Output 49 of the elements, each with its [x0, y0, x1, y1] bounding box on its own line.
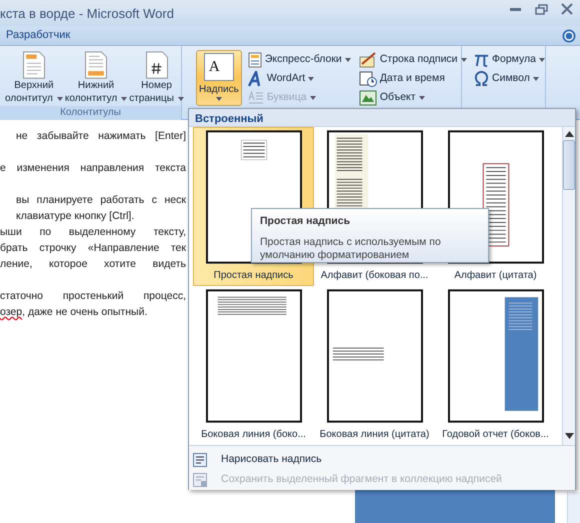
symbol-button[interactable]: Символ [472, 69, 547, 88]
gallery-heading: Встроенный [189, 109, 575, 127]
close-icon[interactable] [561, 3, 573, 15]
text-line: вы планируете работать с неск [15, 193, 186, 208]
signature-button[interactable]: Строка подписи [356, 50, 469, 69]
footer-button[interactable]: Нижний колонтитул [64, 50, 128, 106]
window-title: кста в ворде - Microsoft Word [0, 5, 174, 23]
ribbon-tab[interactable]: Разработчик [0, 25, 76, 46]
gallery-item[interactable]: Боковая линия (боко... [193, 286, 314, 445]
text-line: статочно простенький процесс, [0, 289, 186, 304]
scroll-thumb[interactable] [563, 140, 575, 190]
wordart-button[interactable]: WordArt [246, 69, 353, 88]
formula-button[interactable]: Формула [472, 50, 547, 69]
restore-icon[interactable] [534, 4, 548, 14]
gallery-item[interactable]: Годовой отчет (боков... [435, 286, 556, 445]
drop-cap-icon [248, 90, 264, 104]
text-line: ление, которое хотите видеть [0, 257, 186, 272]
header-button[interactable]: Верхний олонтитул [4, 50, 64, 106]
blocks-button[interactable]: Экспресс-блоки [246, 50, 353, 69]
signature-pen-icon [358, 52, 377, 68]
help-icon[interactable] [562, 28, 576, 42]
page-number-button[interactable]: Номер страницы [128, 50, 185, 106]
text-line: ыши по выделенному тексту, [0, 225, 186, 240]
scroll-up-icon[interactable] [564, 131, 574, 137]
text-line: брать строчку «Направление тек [0, 241, 186, 256]
page-number-icon [144, 51, 169, 79]
gallery-item[interactable]: Боковая линия (цитата) [314, 286, 435, 445]
text-box-icon [193, 453, 207, 467]
text-box-icon: A [204, 53, 234, 81]
text-box-button[interactable]: A Надпись [196, 50, 242, 106]
object-button[interactable]: Объект [356, 88, 469, 107]
calendar-clock-icon [358, 70, 377, 86]
document-blocks-icon [248, 52, 262, 68]
omega-icon [474, 71, 489, 86]
minimize-icon[interactable] [510, 8, 520, 10]
text-line: озер, даже не очень опытный. [0, 305, 148, 320]
page-header-icon [22, 51, 46, 79]
text-line: не забывайте нажимать [Enter] [15, 129, 186, 144]
page-footer-icon [84, 51, 108, 79]
scrollbar[interactable] [567, 492, 580, 523]
text-line: е изменения направления текста [0, 161, 186, 176]
text-box-save-icon [193, 473, 207, 487]
scroll-down-icon[interactable] [564, 433, 574, 439]
group-label: Колонтитулы [0, 106, 181, 120]
pi-icon [474, 52, 489, 67]
text-line: клавиатуре кнопку [Ctrl]. [15, 209, 136, 224]
datetime-button[interactable]: Дата и время [356, 69, 469, 88]
menu-item[interactable]: Нарисовать надпись [189, 450, 575, 470]
picture-frame-icon [358, 90, 377, 106]
